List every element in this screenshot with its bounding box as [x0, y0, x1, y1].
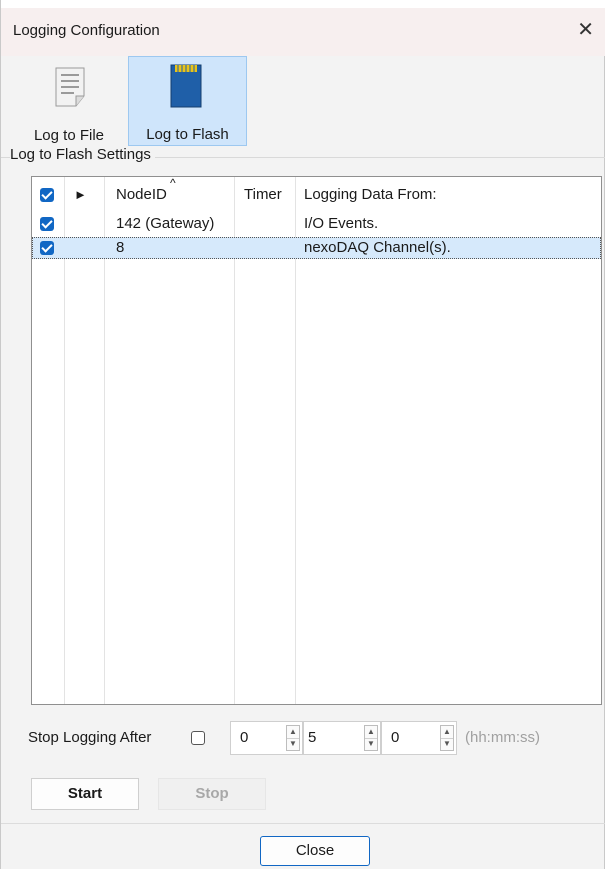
seconds-spin-arrows[interactable]: ▲ ▼ [440, 725, 454, 751]
sd-card-icon [170, 64, 202, 108]
log-to-file-button[interactable]: Log to File [10, 56, 128, 146]
seconds-value: 0 [391, 729, 400, 746]
row-logging-from: nexoDAQ Channel(s). [304, 239, 451, 256]
stop-button[interactable]: Stop [158, 778, 266, 810]
seconds-spinner[interactable]: 0 ▲ ▼ [381, 721, 457, 755]
timer-column-header[interactable]: Timer [244, 177, 282, 213]
spin-down-icon[interactable]: ▼ [287, 738, 299, 750]
table-row[interactable]: 142 (Gateway) I/O Events. [32, 213, 601, 235]
hours-spinner[interactable]: 0 ▲ ▼ [230, 721, 303, 755]
log-to-flash-label: Log to Flash [146, 126, 229, 143]
stop-logging-checkbox[interactable] [191, 731, 205, 745]
minutes-spinner[interactable]: 5 ▲ ▼ [303, 721, 381, 755]
close-button[interactable]: Close [260, 836, 370, 866]
time-format-hint: (hh:mm:ss) [465, 729, 540, 746]
log-to-file-label: Log to File [33, 127, 105, 144]
log-file-icon [55, 67, 85, 107]
minutes-spin-arrows[interactable]: ▲ ▼ [364, 725, 378, 751]
hours-spin-arrows[interactable]: ▲ ▼ [286, 725, 300, 751]
hours-value: 0 [240, 729, 249, 746]
sort-ascending-icon: ^ [170, 176, 176, 190]
nodeid-column-header[interactable]: NodeID [116, 177, 167, 213]
log-to-flash-button[interactable]: Log to Flash [128, 56, 247, 146]
spin-down-icon[interactable]: ▼ [441, 738, 453, 750]
window-top-edge [1, 0, 605, 8]
group-title: Log to Flash Settings [10, 146, 155, 163]
row-nodeid: 142 (Gateway) [116, 215, 215, 232]
title-bar: Logging Configuration ✕ [1, 8, 605, 56]
minutes-value: 5 [308, 729, 317, 746]
footer-divider [1, 823, 605, 824]
flash-settings-table[interactable]: ► NodeID ^ Timer Logging Data From: 142 … [31, 176, 602, 705]
expand-column-header[interactable]: ► [74, 177, 87, 213]
close-icon[interactable]: ✕ [577, 18, 594, 42]
row-checkbox[interactable] [40, 217, 54, 231]
logging-configuration-dialog: Logging Configuration ✕ Log to File Log … [0, 0, 605, 869]
start-button[interactable]: Start [31, 778, 139, 810]
select-all-checkbox[interactable] [40, 188, 54, 202]
row-nodeid: 8 [116, 239, 125, 256]
window-title: Logging Configuration [13, 22, 160, 39]
spin-down-icon[interactable]: ▼ [365, 738, 377, 750]
row-checkbox[interactable] [40, 241, 54, 255]
logging-from-column-header[interactable]: Logging Data From: [304, 177, 437, 213]
row-logging-from: I/O Events. [304, 215, 379, 232]
table-row-selected[interactable]: 8 nexoDAQ Channel(s). [32, 237, 601, 259]
stop-logging-after-label: Stop Logging After [28, 729, 152, 746]
